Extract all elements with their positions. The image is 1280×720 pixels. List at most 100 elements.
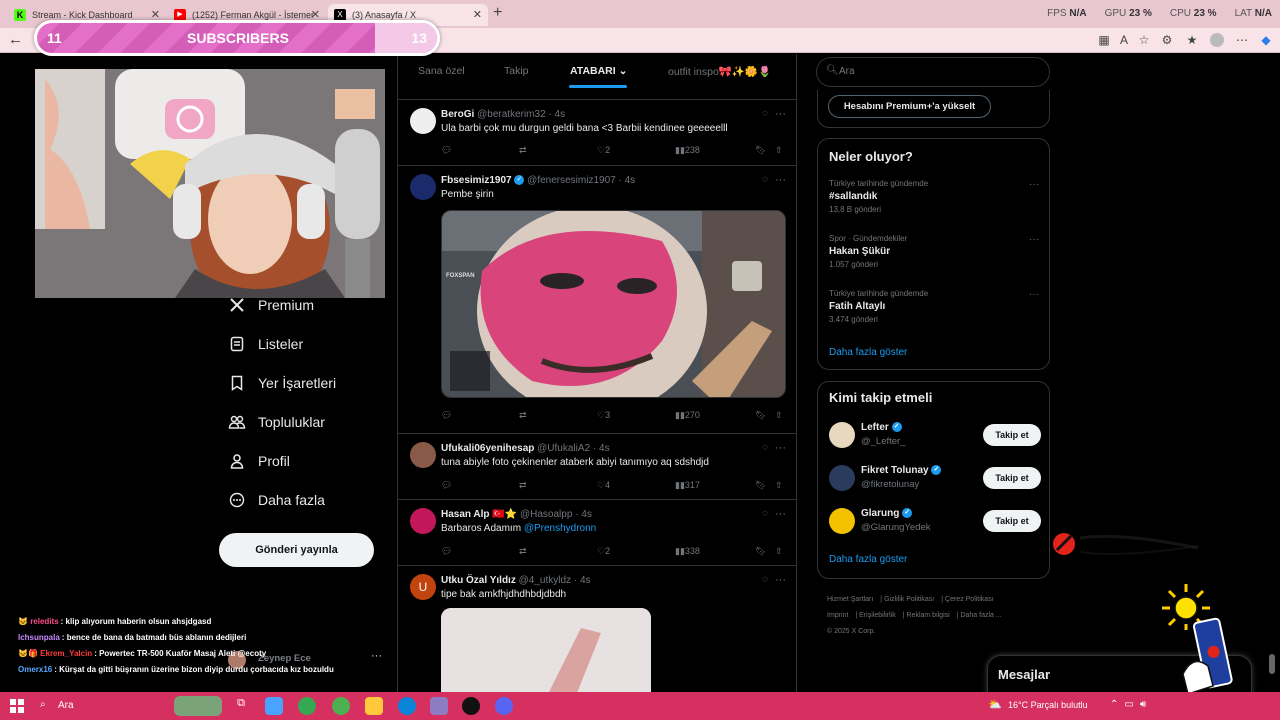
tab-following[interactable]: Takip — [504, 65, 529, 77]
copilot-icon[interactable]: ◆ — [1259, 33, 1273, 47]
more-icon[interactable]: ··· — [775, 574, 786, 586]
file-explorer-icon[interactable] — [365, 697, 383, 715]
bookmark-icon[interactable]: 🔖︎ — [755, 480, 766, 491]
footer-link[interactable]: Reklam bilgisi — [907, 612, 950, 619]
footer-link[interactable]: Erişilebilirlik — [859, 612, 896, 619]
nav-item-premium[interactable]: Premium — [228, 296, 314, 314]
avatar[interactable] — [410, 508, 436, 534]
footer-link[interactable]: Imprint — [827, 612, 848, 619]
grid-icon[interactable]: ▦ — [1097, 33, 1111, 47]
footer-link[interactable]: Hizmet Şartları — [827, 596, 873, 603]
tab-outfit-inspo[interactable]: outfit inspo🎀✨🌼🌷 — [668, 65, 771, 78]
chrome-alt-icon[interactable] — [332, 697, 350, 715]
tweet-image[interactable]: FOXSPAN — [441, 210, 786, 398]
copilot-app-icon[interactable] — [265, 697, 283, 715]
footer-link[interactable]: Çerez Politikası — [945, 596, 994, 603]
bookmark-icon[interactable]: 🔖︎ — [755, 145, 766, 156]
tweet[interactable]: Ufukali06yenihesap @UfukaliA2 · 4s ◌ ···… — [398, 434, 796, 500]
tweet-image[interactable] — [441, 608, 651, 692]
profile-avatar[interactable] — [1210, 33, 1224, 47]
read-aloud-icon[interactable]: A — [1117, 33, 1131, 47]
scrollbar[interactable] — [1268, 94, 1276, 694]
trend-item[interactable]: Türkiye tarihinde gündemde #sallandık 13… — [829, 179, 1039, 214]
menu-icon[interactable]: ⋯ — [1235, 33, 1249, 47]
reply-icon[interactable]: 💬︎ — [441, 546, 452, 557]
avatar[interactable] — [410, 442, 436, 468]
avatar[interactable] — [410, 174, 436, 200]
like-button[interactable]: ♡ 3 — [597, 410, 610, 421]
more-icon[interactable]: ··· — [775, 174, 786, 186]
footer-link[interactable]: Daha fazla ... — [960, 612, 1001, 619]
avatar[interactable] — [829, 508, 855, 534]
follow-button[interactable]: Takip et — [983, 467, 1041, 489]
tweet[interactable]: BeroGi @beratkerim32 · 4s ◌ ··· Ula barb… — [398, 100, 796, 166]
retweet-icon[interactable]: ⇄ — [519, 480, 527, 491]
tab-atabari[interactable]: ATABARI ⌄ — [570, 65, 627, 77]
like-button[interactable]: ♡ 2 — [597, 546, 610, 557]
views-button[interactable]: ▮▮ 317 — [675, 480, 700, 491]
views-button[interactable]: ▮▮ 270 — [675, 410, 700, 421]
share-icon[interactable]: ⇧ — [775, 546, 783, 557]
author-name[interactable]: BeroGi — [441, 109, 474, 120]
share-icon[interactable]: ⇧ — [775, 145, 783, 156]
reply-icon[interactable]: 💬︎ — [441, 480, 452, 491]
share-icon[interactable]: ⇧ — [775, 480, 783, 491]
tweet[interactable]: U Utku Özal Yıldız @4_utkyldz · 4s ◌ ···… — [398, 566, 796, 692]
task-view-icon[interactable]: ⧉ — [232, 697, 250, 715]
trend-item[interactable]: Türkiye tarihinde gündemde Fatih Altaylı… — [829, 289, 1039, 324]
grok-icon[interactable]: ◌ — [762, 442, 768, 453]
mention-link[interactable]: @Prenshydronn — [524, 523, 596, 534]
scrollbar-thumb[interactable] — [1269, 654, 1275, 674]
retweet-icon[interactable]: ⇄ — [519, 546, 527, 557]
avatar[interactable]: U — [410, 574, 436, 600]
upgrade-premium-button[interactable]: Hesabını Premium+'a yükselt — [828, 95, 991, 118]
follow-suggestion[interactable]: Lefter ✓ @_Lefter_ Takip et — [829, 420, 1041, 450]
extensions-icon[interactable]: ⚙ — [1160, 33, 1174, 47]
author-name[interactable]: Ufukali06yenihesap — [441, 443, 534, 454]
retweet-icon[interactable]: ⇄ — [519, 410, 527, 421]
follow-suggestion[interactable]: Glarung ✓ @GlarungYedek Takip et — [829, 506, 1041, 536]
share-icon[interactable]: ⇧ — [775, 410, 783, 421]
more-icon[interactable]: ··· — [1029, 289, 1039, 300]
edge-icon[interactable] — [398, 697, 416, 715]
star-icon[interactable]: ☆ — [1137, 33, 1151, 47]
author-name[interactable]: Hasan Alp — [441, 509, 490, 520]
windows-start-icon[interactable] — [10, 699, 24, 713]
like-button[interactable]: ♡ 2 — [597, 145, 610, 156]
grok-icon[interactable]: ◌ — [762, 174, 768, 185]
tweet[interactable]: Hasan Alp 🇹🇷⭐ @Hasoalpp · 4s ◌ ··· Barba… — [398, 500, 796, 566]
tab-for-you[interactable]: Sana özel — [418, 65, 465, 77]
follow-suggestion[interactable]: Fikret Tolunay ✓ @fikretolunay Takip et — [829, 463, 1041, 493]
bookmark-icon[interactable]: 🔖︎ — [755, 410, 766, 421]
views-button[interactable]: ▮▮ 338 — [675, 546, 700, 557]
nav-item-communities[interactable]: Topluluklar — [228, 413, 325, 431]
avatar[interactable] — [829, 422, 855, 448]
more-icon[interactable]: ··· — [1029, 179, 1039, 190]
discord-icon[interactable] — [495, 697, 513, 715]
like-button[interactable]: ♡ 4 — [597, 480, 610, 491]
reply-icon[interactable]: 💬︎ — [441, 145, 452, 156]
nav-item-bookmarks[interactable]: Yer İşaretleri — [228, 374, 336, 392]
trend-item[interactable]: Spor · Gündemdekiler Hakan Şükür 1.057 g… — [829, 234, 1039, 269]
footer-link[interactable]: Gizlilik Politikası — [884, 596, 934, 603]
more-icon[interactable]: ··· — [775, 442, 786, 454]
avatar[interactable] — [410, 108, 436, 134]
show-more-link[interactable]: Daha fazla göster — [829, 554, 907, 565]
obs-icon[interactable] — [462, 697, 480, 715]
retweet-icon[interactable]: ⇄ — [519, 145, 527, 156]
more-icon[interactable]: ··· — [371, 650, 382, 662]
more-icon[interactable]: ··· — [775, 508, 786, 520]
grok-icon[interactable]: ◌ — [762, 508, 768, 519]
author-name[interactable]: Utku Özal Yıldız — [441, 575, 516, 586]
reply-icon[interactable]: 💬︎ — [441, 410, 452, 421]
post-button[interactable]: Gönderi yayınla — [219, 533, 374, 567]
tweet[interactable]: Fbsesimiz1907 ✓ @fenersesimiz1907 · 4s ◌… — [398, 166, 796, 434]
avatar[interactable] — [829, 465, 855, 491]
nav-item-lists[interactable]: Listeler — [228, 335, 303, 353]
more-icon[interactable]: ··· — [775, 108, 786, 120]
back-arrow-icon[interactable]: ← — [8, 31, 23, 48]
more-icon[interactable]: ··· — [1029, 234, 1039, 245]
taskbar-search[interactable]: ⌕ Ara — [34, 695, 234, 717]
weather-text[interactable]: 16°C Parçalı bulutlu — [1008, 700, 1088, 710]
show-more-link[interactable]: Daha fazla göster — [829, 347, 907, 358]
